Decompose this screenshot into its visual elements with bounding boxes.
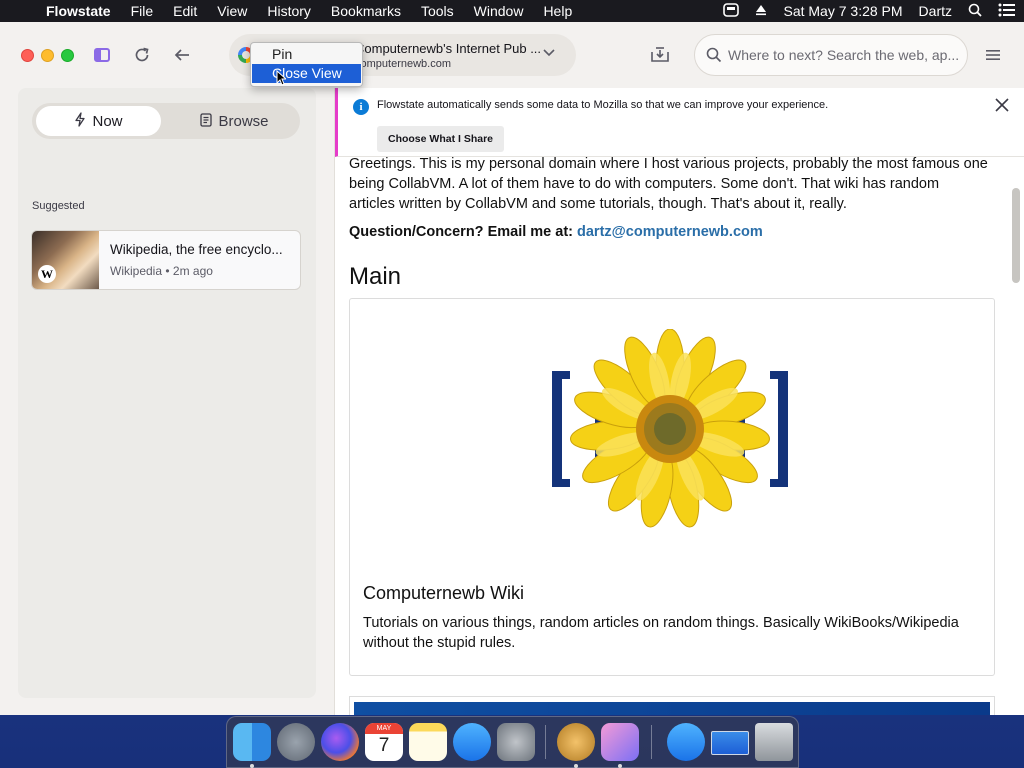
menu-window[interactable]: Window <box>464 3 534 19</box>
running-indicator <box>574 764 578 768</box>
save-to-pocket-icon[interactable] <box>649 44 671 66</box>
browser-window: Computernewb's Internet Pub ... computer… <box>0 22 1024 715</box>
contact-email-link[interactable]: dartz@computernewb.com <box>577 224 763 240</box>
wiki-card-title[interactable]: Computernewb Wiki <box>363 583 524 604</box>
suggestion-age: 2m ago <box>172 264 213 278</box>
dock-separator <box>651 725 652 759</box>
computernewb-sunflower-logo <box>552 329 788 528</box>
wiki-card[interactable]: Computernewb Wiki Tutorials on various t… <box>349 298 995 676</box>
flowstate-sidebar: Now Browse Suggested W Wikipedia, the fr… <box>18 88 316 698</box>
keychain-icon[interactable] <box>557 723 595 761</box>
content-scrollbar[interactable] <box>1012 188 1020 283</box>
dot-separator-icon: • <box>165 264 173 278</box>
contact-line: Question/Concern? Email me at: dartz@com… <box>349 224 763 240</box>
menu-help[interactable]: Help <box>533 3 582 19</box>
info-icon: i <box>353 99 369 115</box>
back-arrow-icon[interactable] <box>171 44 193 66</box>
menu-tools[interactable]: Tools <box>411 3 464 19</box>
suggestion-title: Wikipedia, the free encyclo... <box>110 242 283 257</box>
menubar-user[interactable]: Dartz <box>911 3 960 19</box>
menu-view[interactable]: View <box>207 3 257 19</box>
firefox-icon[interactable] <box>321 723 359 761</box>
intro-paragraph: Greetings. This is my personal domain wh… <box>349 156 988 212</box>
menu-item-close-view[interactable]: Close View <box>252 64 361 83</box>
app-store-downloads-icon[interactable] <box>667 723 705 761</box>
macos-dock: MAY 7 <box>226 716 799 768</box>
tab-now-label: Now <box>92 112 123 130</box>
screen-recorder-icon[interactable] <box>715 2 747 20</box>
main-heading: Main <box>349 263 402 290</box>
tab-browse-label: Browse <box>218 112 269 130</box>
sidebar-segmented-control: Now Browse <box>32 103 300 139</box>
calendar-day: 7 <box>378 735 390 756</box>
choose-what-i-share-button[interactable]: Choose What I Share <box>377 126 504 152</box>
mouse-cursor-icon <box>276 70 286 86</box>
wikipedia-logo-icon: W <box>38 265 56 283</box>
document-icon <box>200 112 213 130</box>
chevron-down-icon[interactable] <box>542 45 556 62</box>
flowstate-icon[interactable] <box>601 723 639 761</box>
running-indicator <box>618 764 622 768</box>
suggestion-card[interactable]: W Wikipedia, the free encyclo... Wikiped… <box>31 230 301 290</box>
search-placeholder: Where to next? Search the web, ap... <box>728 47 960 63</box>
screen-icon[interactable] <box>711 731 749 755</box>
data-notification-bar: i Flowstate automatically sends some dat… <box>335 88 1024 157</box>
finder-icon[interactable] <box>233 723 271 761</box>
lightning-icon <box>74 112 86 130</box>
trash-icon[interactable] <box>755 723 793 761</box>
menu-app-name[interactable]: Flowstate <box>40 3 121 19</box>
menubar-clock[interactable]: Sat May 7 3:28 PM <box>775 3 910 19</box>
eject-icon[interactable] <box>747 3 775 19</box>
notification-text: Flowstate automatically sends some data … <box>377 99 829 111</box>
url-page-title[interactable]: Computernewb's Internet Pub ... <box>355 41 541 56</box>
notes-icon[interactable] <box>409 723 447 761</box>
suggestion-meta: Wikipedia • 2m ago <box>110 264 213 278</box>
running-indicator <box>250 764 254 768</box>
close-icon[interactable] <box>993 97 1011 115</box>
menu-file[interactable]: File <box>121 3 164 19</box>
calendar-month: MAY <box>365 723 403 734</box>
browser-toolbar: Computernewb's Internet Pub ... computer… <box>0 22 1024 88</box>
reload-icon[interactable] <box>131 44 153 66</box>
url-domain[interactable]: computernewb.com <box>355 58 451 70</box>
menu-edit[interactable]: Edit <box>163 3 207 19</box>
control-center-icon[interactable] <box>990 3 1024 20</box>
tab-context-menu: Pin Close View <box>250 42 363 87</box>
suggestion-thumbnail: W <box>32 231 99 289</box>
suggested-section-label: Suggested <box>32 200 85 212</box>
next-project-banner <box>354 702 990 715</box>
close-window-button[interactable] <box>21 49 34 62</box>
web-content: Greetings. This is my personal domain wh… <box>334 88 1024 715</box>
next-project-card[interactable] <box>349 696 995 715</box>
menu-history[interactable]: History <box>257 3 321 19</box>
menu-item-pin[interactable]: Pin <box>252 45 361 64</box>
tab-now[interactable]: Now <box>36 106 161 136</box>
sidebar-toggle-icon[interactable] <box>91 44 113 66</box>
contact-label: Question/Concern? Email me at: <box>349 224 578 240</box>
suggestion-source: Wikipedia <box>110 264 163 278</box>
macos-menubar: Flowstate File Edit View History Bookmar… <box>0 0 1024 22</box>
search-icon <box>705 46 723 64</box>
hamburger-menu-icon[interactable] <box>982 44 1004 66</box>
zoom-window-button[interactable] <box>61 49 74 62</box>
wiki-card-description: Tutorials on various things, random arti… <box>363 615 959 651</box>
launchpad-icon[interactable] <box>277 723 315 761</box>
app-store-icon[interactable] <box>453 723 491 761</box>
calendar-icon[interactable]: MAY 7 <box>365 723 403 761</box>
search-input[interactable]: Where to next? Search the web, ap... <box>694 34 968 76</box>
system-preferences-icon[interactable] <box>497 723 535 761</box>
minimize-window-button[interactable] <box>41 49 54 62</box>
menu-bookmarks[interactable]: Bookmarks <box>321 3 411 19</box>
spotlight-search-icon[interactable] <box>960 3 990 20</box>
tab-browse[interactable]: Browse <box>172 106 297 136</box>
dock-separator <box>545 725 546 759</box>
